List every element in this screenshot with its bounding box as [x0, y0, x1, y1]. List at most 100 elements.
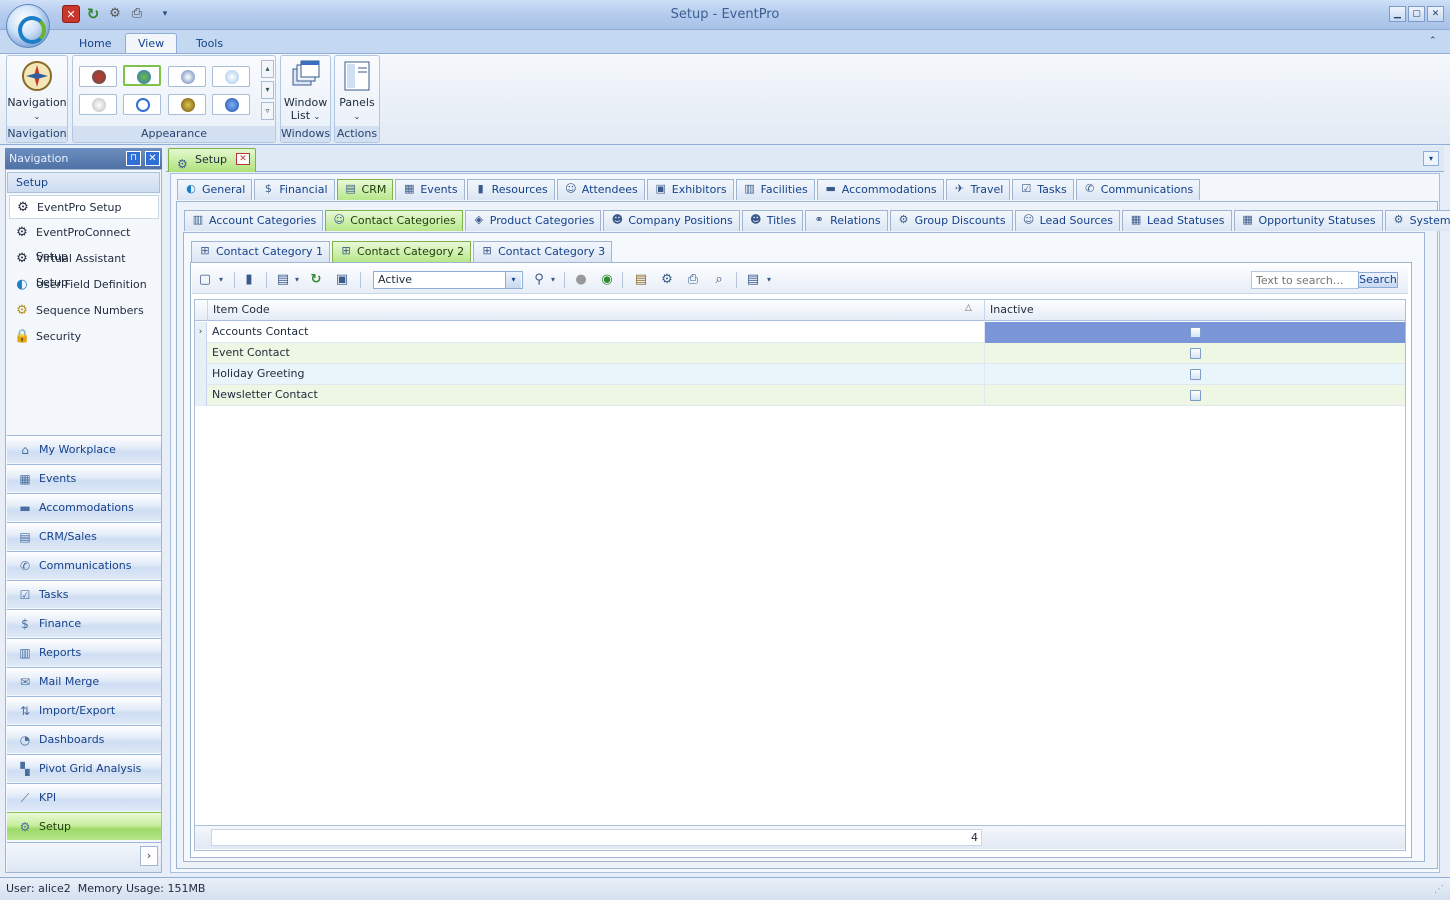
delete-icon[interactable]: ▮ [240, 271, 258, 289]
skin-option-7[interactable] [168, 94, 206, 115]
app-menu-button[interactable] [6, 4, 50, 48]
tab-general[interactable]: ◐ General [177, 179, 253, 200]
close-window-button[interactable]: ✕ [1427, 6, 1444, 22]
skin-option-5[interactable] [79, 94, 117, 115]
nav-link-user-field-definition[interactable]: ◐ User Field Definition [9, 273, 159, 297]
nav-module-finance[interactable]: $ Finance [7, 609, 161, 637]
skin-option-8[interactable] [212, 94, 250, 115]
pin-icon[interactable]: ⊓ [126, 151, 141, 166]
tab-exhibitors[interactable]: ▣ Exhibitors [646, 179, 734, 200]
tab-lead-statuses[interactable]: ▦ Lead Statuses [1122, 210, 1232, 231]
tab-communications[interactable]: ✆ Communications [1075, 179, 1201, 200]
nav-module-dashboards[interactable]: ◔ Dashboards [7, 725, 161, 753]
cell-inactive[interactable] [984, 385, 1405, 406]
tab-facilities[interactable]: ▥ Facilities [735, 179, 815, 200]
refresh-icon[interactable]: ↻ [307, 271, 325, 289]
gallery-scroll-down-icon[interactable]: ▾ [261, 81, 274, 99]
tab-attendees[interactable]: ☺ Attendees [556, 179, 645, 200]
tab-system-settings[interactable]: ⚙ System Settings [1384, 210, 1450, 231]
skin-option-4[interactable] [212, 66, 250, 87]
ribbon-collapse-icon[interactable]: ⌃ [1429, 36, 1437, 46]
inactive-checkbox[interactable] [1190, 327, 1201, 338]
nav-module-communications[interactable]: ✆ Communications [7, 551, 161, 579]
nav-module-tasks[interactable]: ☑ Tasks [7, 580, 161, 608]
cell-item-code[interactable]: Holiday Greeting [207, 364, 984, 385]
tab-travel[interactable]: ✈ Travel [945, 179, 1011, 200]
minimize-button[interactable]: ▁ [1389, 6, 1406, 22]
nav-module-accommodations[interactable]: ▬ Accommodations [7, 493, 161, 521]
nav-link-eventproconnect-setup[interactable]: ⚙ EventProConnect Setup [9, 221, 159, 263]
table-row[interactable]: Newsletter Contact [195, 385, 1405, 406]
cell-inactive[interactable] [984, 364, 1405, 385]
nav-module-pivot-grid-analysis[interactable]: ▚ Pivot Grid Analysis [7, 754, 161, 782]
tab-relations[interactable]: ⚭ Relations [805, 210, 888, 231]
skin-option-6[interactable] [123, 94, 161, 115]
table-row[interactable]: Holiday Greeting [195, 364, 1405, 385]
columns-icon[interactable]: ▤ [274, 271, 292, 289]
tab-contact-category-1[interactable]: ⊞ Contact Category 1 [191, 241, 331, 262]
nav-link-security[interactable]: 🔒 Security [9, 325, 159, 349]
filter-dropdown-icon[interactable]: ▾ [548, 271, 558, 289]
search-button[interactable]: Search [1358, 272, 1398, 288]
resize-grip-icon[interactable]: ⋰ [1434, 884, 1444, 895]
nav-module-setup[interactable]: ⚙ Setup [7, 812, 161, 840]
column-header-inactive[interactable]: Inactive [984, 300, 1405, 321]
table-row[interactable]: › Accounts Contact [195, 322, 1405, 343]
cell-item-code[interactable]: Newsletter Contact [207, 385, 984, 406]
nav-module-my-workplace[interactable]: ⌂ My Workplace [7, 435, 161, 463]
tab-tasks[interactable]: ☑ Tasks [1012, 179, 1074, 200]
export-dropdown-icon[interactable]: ▾ [764, 271, 774, 289]
tab-events[interactable]: ▦ Events [395, 179, 465, 200]
tab-contact-category-3[interactable]: ⊞ Contact Category 3 [473, 241, 613, 262]
export-icon[interactable]: ▤ [744, 271, 762, 289]
tab-titles[interactable]: ☻ Titles [741, 210, 804, 231]
close-icon[interactable]: ✕ [145, 151, 160, 166]
ribbon-tab-view[interactable]: View [125, 33, 178, 54]
tab-accommodations[interactable]: ▬ Accommodations [816, 179, 944, 200]
search-input[interactable] [1251, 271, 1359, 289]
tab-group-discounts[interactable]: ⚙ Group Discounts [889, 210, 1013, 231]
tab-opportunity-statuses[interactable]: ▦ Opportunity Statuses [1233, 210, 1383, 231]
tab-contact-categories[interactable]: ☺ Contact Categories [325, 210, 463, 231]
stop-icon[interactable]: ● [572, 271, 590, 289]
nav-module-kpi[interactable]: ⟋ KPI [7, 783, 161, 811]
ribbon-tab-tools[interactable]: Tools [183, 33, 236, 54]
column-header-item-code[interactable]: Item Code [207, 300, 984, 321]
status-filter-select[interactable]: Active [373, 271, 523, 289]
close-icon[interactable]: ✕ [236, 153, 250, 165]
table-row[interactable]: Event Contact [195, 343, 1405, 364]
nav-module-import-export[interactable]: ⇅ Import/Export [7, 696, 161, 724]
cell-item-code[interactable]: Event Contact [207, 343, 984, 364]
skin-option-1[interactable] [79, 66, 117, 87]
chevron-right-icon[interactable]: › [140, 846, 158, 866]
window-list-button[interactable]: Window List ⌄ [281, 60, 330, 123]
tab-lead-sources[interactable]: ☺ Lead Sources [1014, 210, 1121, 231]
nav-module-reports[interactable]: ▥ Reports [7, 638, 161, 666]
nav-link-eventpro-setup[interactable]: ⚙ EventPro Setup [9, 195, 159, 219]
tab-resources[interactable]: ▮ Resources [466, 179, 555, 200]
nav-module-mail-merge[interactable]: ✉ Mail Merge [7, 667, 161, 695]
tab-company-positions[interactable]: ☻ Company Positions [603, 210, 740, 231]
new-record-icon[interactable]: ▢ [196, 271, 214, 289]
skin-option-3[interactable] [168, 66, 206, 87]
nav-link-sequence-numbers[interactable]: ⚙ Sequence Numbers [9, 299, 159, 323]
print-preview-icon[interactable]: ⌕ [710, 271, 728, 289]
new-dropdown-icon[interactable]: ▾ [216, 271, 226, 289]
inactive-checkbox[interactable] [1190, 348, 1201, 359]
navigation-button[interactable]: Navigation ⌄ [7, 60, 67, 123]
skin-option-2[interactable] [123, 65, 161, 86]
filter-icon[interactable]: ⚲ [530, 271, 548, 289]
save-icon[interactable]: ▣ [333, 271, 351, 289]
columns-dropdown-icon[interactable]: ▾ [292, 271, 302, 289]
document-menu-icon[interactable]: ▾ [1423, 151, 1439, 166]
cell-inactive[interactable] [984, 322, 1405, 343]
panels-button[interactable]: Panels ⌄ [335, 60, 379, 123]
tab-crm[interactable]: ▤ CRM [336, 179, 394, 200]
nav-module-crm-sales[interactable]: ▤ CRM/Sales [7, 522, 161, 550]
go-icon[interactable]: ◉ [598, 271, 616, 289]
inactive-checkbox[interactable] [1190, 390, 1201, 401]
print-icon[interactable]: ⎙ [684, 271, 702, 289]
maximize-button[interactable]: ▢ [1408, 6, 1425, 22]
nav-link-virtual-assistant-setup[interactable]: ⚙ Virtual Assistant Setup [9, 247, 159, 289]
tab-product-categories[interactable]: ◈ Product Categories [464, 210, 602, 231]
